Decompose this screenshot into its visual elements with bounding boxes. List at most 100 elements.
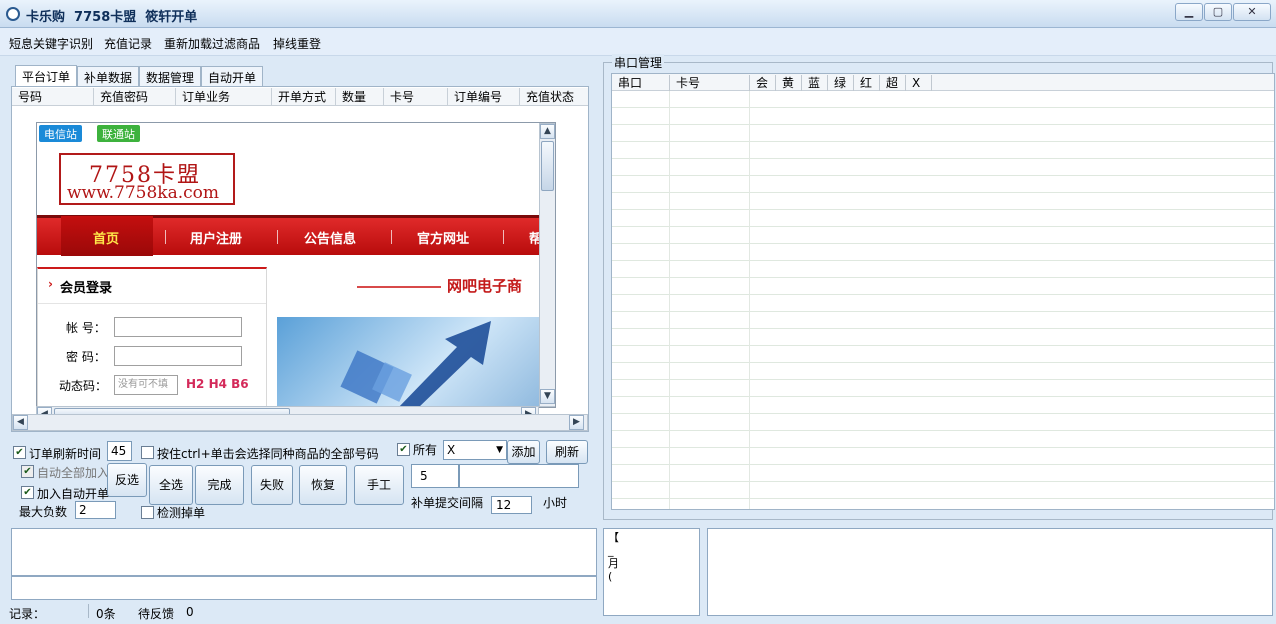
- scroll-up-arrow-icon[interactable]: ▲: [540, 124, 555, 139]
- nav-divider: [165, 230, 166, 244]
- ctrl-select-checkbox[interactable]: [141, 446, 154, 459]
- max-negative-label: 最大负数: [19, 505, 68, 519]
- col-card-no[interactable]: 卡号: [384, 88, 448, 106]
- account-input[interactable]: [114, 317, 242, 337]
- invert-select-button[interactable]: 反选: [107, 463, 147, 497]
- select-all-button[interactable]: 全选: [149, 465, 193, 505]
- minimize-button[interactable]: ▁: [1175, 3, 1203, 21]
- app-icon: [6, 7, 20, 21]
- serial-col-red[interactable]: 红: [854, 75, 880, 91]
- telecom-station-link[interactable]: 电信站: [39, 125, 82, 142]
- restore-button[interactable]: 恢复: [299, 465, 347, 505]
- menu-recharge-record[interactable]: 充值记录: [104, 35, 152, 52]
- serial-col-divider: [612, 91, 670, 509]
- manual-button[interactable]: 手工: [354, 465, 404, 505]
- serial-col-hui[interactable]: 会: [750, 75, 776, 91]
- message-panel[interactable]: [707, 528, 1273, 616]
- serial-col-super[interactable]: 超: [880, 75, 906, 91]
- scroll-right-arrow-icon[interactable]: ▶: [569, 415, 584, 430]
- password-input[interactable]: [114, 346, 242, 366]
- pending-label: 待反馈: [138, 607, 175, 621]
- menu-relogin[interactable]: 掉线重登: [273, 35, 321, 52]
- status-divider: [88, 604, 89, 618]
- serial-col-yellow[interactable]: 黄: [776, 75, 802, 91]
- window-title: 卡乐购 7758卡盟 筱轩开单: [26, 10, 198, 25]
- info-panel: 【 _ 月 (: [603, 528, 700, 616]
- max-negative-input[interactable]: 2: [75, 501, 116, 519]
- hour-label: 小时: [543, 496, 568, 510]
- account-label: 帐 号：: [66, 321, 106, 335]
- refresh-time-checkbox[interactable]: ✔: [13, 446, 26, 459]
- nav-home[interactable]: 首页: [93, 228, 119, 247]
- join-auto-open-label: 加入自动开单: [37, 487, 110, 501]
- all-checkbox[interactable]: ✔: [397, 443, 410, 456]
- col-number[interactable]: 号码: [12, 88, 94, 106]
- table-hscrollbar[interactable]: [12, 414, 588, 431]
- logo-url: www.7758ka.com: [67, 183, 220, 203]
- col-recharge-status[interactable]: 充值状态: [520, 88, 588, 106]
- dynamic-code-hint: H2 H4 B6: [186, 377, 249, 391]
- col-open-method[interactable]: 开单方式: [272, 88, 336, 106]
- serial-col-blue[interactable]: 蓝: [802, 75, 828, 91]
- detect-drop-label: 检测掉单: [157, 506, 206, 520]
- field-extra-input[interactable]: [459, 464, 579, 488]
- detect-drop-checkbox[interactable]: [141, 506, 154, 519]
- tab-platform-orders[interactable]: 平台订单: [15, 65, 78, 87]
- nav-official-site[interactable]: 官方网址: [417, 228, 469, 247]
- tab-data-management[interactable]: 数据管理: [139, 66, 202, 86]
- auto-add-all-checkbox[interactable]: ✔: [21, 465, 34, 478]
- title-bar: 卡乐购 7758卡盟 筱轩开单 ▁ ▢ ✕: [0, 0, 1276, 28]
- close-button[interactable]: ✕: [1233, 3, 1271, 21]
- scroll-down-arrow-icon[interactable]: ▼: [540, 389, 555, 404]
- auto-add-all-label: 自动全部加入: [37, 466, 110, 480]
- col-business[interactable]: 订单业务: [176, 88, 272, 106]
- site-nav: 首页 用户注册 公告信息 官方网址 帮: [37, 215, 542, 256]
- complete-button[interactable]: 完成: [195, 465, 244, 505]
- filter-select[interactable]: X ▼: [443, 440, 507, 460]
- browser-vscroll-thumb[interactable]: [541, 141, 554, 191]
- log-panel-top[interactable]: [11, 528, 597, 576]
- nav-divider: [391, 230, 392, 244]
- serial-col-divider: [670, 91, 750, 509]
- refresh-button[interactable]: 刷新: [546, 440, 588, 464]
- fail-button[interactable]: 失败: [251, 465, 293, 505]
- col-quantity[interactable]: 数量: [336, 88, 384, 106]
- unicom-station-link[interactable]: 联通站: [97, 125, 140, 142]
- col-order-no[interactable]: 订单编号: [448, 88, 520, 106]
- info-line: _: [608, 544, 614, 557]
- scroll-left-arrow-icon[interactable]: ◀: [13, 415, 28, 430]
- menu-reload-filter[interactable]: 重新加载过滤商品: [164, 35, 260, 52]
- serial-col-green[interactable]: 绿: [828, 75, 854, 91]
- dynamic-code-label: 动态码：: [59, 379, 108, 393]
- menu-sms-keyword[interactable]: 短息关键字识别: [9, 35, 93, 52]
- log-panel-bottom[interactable]: [11, 576, 597, 600]
- info-line: 月: [608, 557, 619, 570]
- maximize-button[interactable]: ▢: [1204, 3, 1232, 21]
- embedded-browser[interactable]: 电信站 联通站 7758卡盟 www.7758ka.com 首页 用户注册 公告…: [36, 122, 556, 408]
- serial-col-x[interactable]: X: [906, 75, 932, 91]
- serial-col-port[interactable]: 串口: [612, 75, 670, 91]
- tab-supplement-data[interactable]: 补单数据: [77, 66, 140, 86]
- nav-divider: [503, 230, 504, 244]
- serial-col-card[interactable]: 卡号: [670, 75, 750, 91]
- refresh-time-input[interactable]: 45: [107, 441, 132, 461]
- login-title: 会员登录: [60, 281, 113, 296]
- up-arrow-graphic: [340, 321, 491, 407]
- all-label: 所有: [413, 443, 438, 457]
- record-label: 记录：: [9, 607, 46, 621]
- col-password[interactable]: 充值密码: [94, 88, 176, 106]
- nav-divider: [277, 230, 278, 244]
- nav-notice[interactable]: 公告信息: [304, 228, 356, 247]
- tab-auto-open[interactable]: 自动开单: [201, 66, 264, 86]
- join-auto-open-checkbox[interactable]: ✔: [21, 486, 34, 499]
- dynamic-code-input[interactable]: 没有可不填: [114, 375, 178, 395]
- ctrl-select-label: 按住ctrl+单击会选择同种商品的全部号码: [157, 447, 379, 461]
- resubmit-interval-input[interactable]: 12: [491, 496, 532, 514]
- add-button[interactable]: 添加: [507, 440, 540, 464]
- field-5-input[interactable]: 5: [411, 464, 459, 488]
- site-logo: 7758卡盟 www.7758ka.com: [59, 153, 235, 205]
- nav-register[interactable]: 用户注册: [190, 228, 242, 247]
- divider: [38, 303, 266, 304]
- chevron-right-icon: ›: [48, 277, 53, 291]
- pending-value: 0: [186, 605, 194, 619]
